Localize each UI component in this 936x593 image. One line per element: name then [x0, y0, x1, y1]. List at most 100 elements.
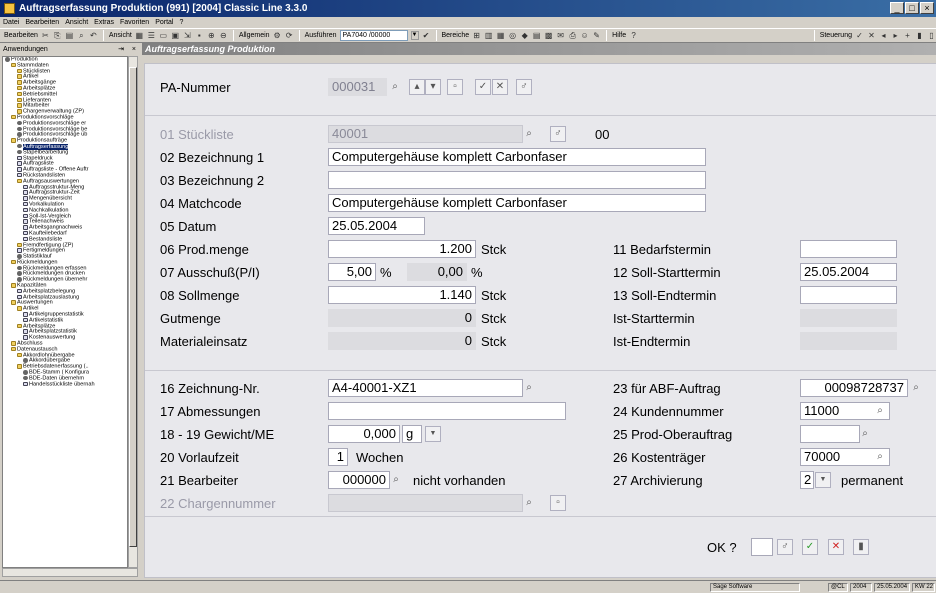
search-icon[interactable]: ⌕: [521, 126, 537, 142]
confirm-button[interactable]: ✓: [802, 539, 818, 555]
tree-icon[interactable]: ⊞: [472, 31, 481, 40]
delete-icon[interactable]: ▮: [915, 31, 924, 40]
menu-datei[interactable]: Datei: [3, 19, 19, 26]
copy-icon[interactable]: ⎘: [53, 31, 62, 40]
accept-icon[interactable]: ✓: [855, 31, 864, 40]
lead-time-field[interactable]: 1: [328, 448, 348, 466]
chevron-down-icon[interactable]: ▼: [410, 31, 419, 40]
menu-ansicht[interactable]: Ansicht: [65, 19, 88, 26]
bill-of-materials-field[interactable]: 40001: [328, 125, 523, 143]
tools-icon[interactable]: ✎: [592, 31, 601, 40]
find-icon[interactable]: ⌕: [77, 31, 86, 40]
target-quantity-field[interactable]: 1.140: [328, 286, 476, 304]
run-icon[interactable]: ✔: [422, 31, 431, 40]
function-button[interactable]: ♂: [516, 79, 532, 95]
function-button[interactable]: ♂: [777, 539, 793, 555]
menu-help[interactable]: ?: [180, 19, 184, 26]
editor-field[interactable]: 000000: [328, 471, 390, 489]
prev-icon[interactable]: ◂: [879, 31, 888, 40]
table-icon[interactable]: ▦: [496, 31, 505, 40]
planned-end-field[interactable]: [800, 286, 897, 304]
next-icon[interactable]: ▸: [891, 31, 900, 40]
matchcode-field[interactable]: Computergehäuse komplett Carbonfaser: [328, 194, 706, 212]
dimensions-field[interactable]: [328, 402, 566, 420]
close-panel-icon[interactable]: ×: [132, 46, 136, 53]
cut-icon[interactable]: ✂: [41, 31, 50, 40]
settings-icon[interactable]: ⚙: [273, 31, 282, 40]
search-icon[interactable]: ⌕: [857, 426, 873, 442]
planned-start-field[interactable]: 25.05.2004: [800, 263, 897, 281]
search-icon[interactable]: ⌕: [908, 380, 924, 396]
image-icon[interactable]: ▩: [544, 31, 553, 40]
export-icon[interactable]: ⇲: [183, 31, 192, 40]
undo-icon[interactable]: ↶: [89, 31, 98, 40]
add-icon[interactable]: +: [903, 31, 912, 40]
mail-icon[interactable]: ✉: [556, 31, 565, 40]
menu-bearbeiten[interactable]: Bearbeiten: [25, 19, 59, 26]
grid-icon[interactable]: ▦: [135, 31, 144, 40]
menu-favoriten[interactable]: Favoriten: [120, 19, 149, 26]
execute-combo[interactable]: PA7040 /00000: [339, 30, 408, 41]
f21-label: 21 Bearbeiter: [160, 473, 239, 488]
search-icon[interactable]: ⌕: [872, 449, 888, 465]
menu-portal[interactable]: Portal: [155, 19, 173, 26]
pin-icon[interactable]: ⇥: [118, 46, 124, 53]
previous-record-button[interactable]: ▴: [409, 79, 425, 95]
window-icon[interactable]: ▭: [159, 31, 168, 40]
close-window-button[interactable]: ×: [920, 2, 934, 14]
menu-extras[interactable]: Extras: [94, 19, 114, 26]
minimize-button[interactable]: _: [890, 2, 904, 14]
zoom-in-icon[interactable]: ⊕: [207, 31, 216, 40]
delete-button[interactable]: ▮: [853, 539, 869, 555]
archive-select[interactable]: 2: [800, 471, 814, 489]
list-icon[interactable]: ☰: [147, 31, 156, 40]
cancel-icon[interactable]: ✕: [867, 31, 876, 40]
refresh-icon[interactable]: ⟳: [285, 31, 294, 40]
chevron-down-icon[interactable]: ▼: [815, 472, 831, 488]
accept-button[interactable]: ✓: [475, 79, 491, 95]
demand-date-field[interactable]: [800, 240, 897, 258]
calc-icon[interactable]: ▤: [532, 31, 541, 40]
network-icon[interactable]: ◎: [508, 31, 517, 40]
search-icon[interactable]: ⌕: [387, 79, 403, 95]
zoom-out-icon[interactable]: ⊖: [219, 31, 228, 40]
document-icon: [23, 381, 28, 387]
more-icon[interactable]: ▯: [927, 31, 936, 40]
maximize-button[interactable]: □: [905, 2, 919, 14]
scrap-percent-field[interactable]: 5,00: [328, 263, 376, 281]
tree-horizontal-scrollbar[interactable]: [2, 568, 138, 577]
new-batch-button[interactable]: ▫: [550, 495, 566, 511]
function-button[interactable]: ♂: [550, 126, 566, 142]
tree-item[interactable]: Handelsstückliste übernah: [3, 381, 127, 388]
print-icon[interactable]: ⎙: [568, 31, 577, 40]
abf-order-field[interactable]: 00098728737: [800, 379, 908, 397]
description-2-field[interactable]: [328, 171, 706, 189]
pa-number-field[interactable]: 000031: [328, 78, 387, 96]
weight-unit-select[interactable]: g: [402, 425, 422, 443]
save-icon[interactable]: ▪: [195, 31, 204, 40]
search-icon[interactable]: ⌕: [872, 403, 888, 419]
paste-icon[interactable]: ▤: [65, 31, 74, 40]
drawing-number-field[interactable]: A4-40001-XZ1: [328, 379, 523, 397]
weight-field[interactable]: 0,000: [328, 425, 400, 443]
new-record-button[interactable]: ▫: [447, 79, 463, 95]
preview-icon[interactable]: ▣: [171, 31, 180, 40]
abort-button[interactable]: ✕: [828, 539, 844, 555]
production-quantity-field[interactable]: 1.200: [328, 240, 476, 258]
parent-order-field[interactable]: [800, 425, 860, 443]
search-icon[interactable]: ⌕: [521, 380, 537, 396]
cancel-button[interactable]: ✕: [492, 79, 508, 95]
batch-number-field[interactable]: [328, 494, 523, 512]
search-icon[interactable]: ⌕: [388, 472, 404, 488]
chevron-down-icon[interactable]: ▼: [425, 426, 441, 442]
date-field[interactable]: 25.05.2004: [328, 217, 425, 235]
chart-icon[interactable]: ▥: [484, 31, 493, 40]
ok-field[interactable]: [751, 538, 773, 556]
users-icon[interactable]: ☺: [580, 31, 589, 40]
next-record-button[interactable]: ▾: [425, 79, 441, 95]
description-1-field[interactable]: Computergehäuse komplett Carbonfaser: [328, 148, 706, 166]
tree-vertical-scrollbar[interactable]: [128, 56, 138, 568]
help-icon[interactable]: ?: [629, 31, 638, 40]
diamond-icon[interactable]: ◆: [520, 31, 529, 40]
search-icon[interactable]: ⌕: [521, 495, 537, 511]
